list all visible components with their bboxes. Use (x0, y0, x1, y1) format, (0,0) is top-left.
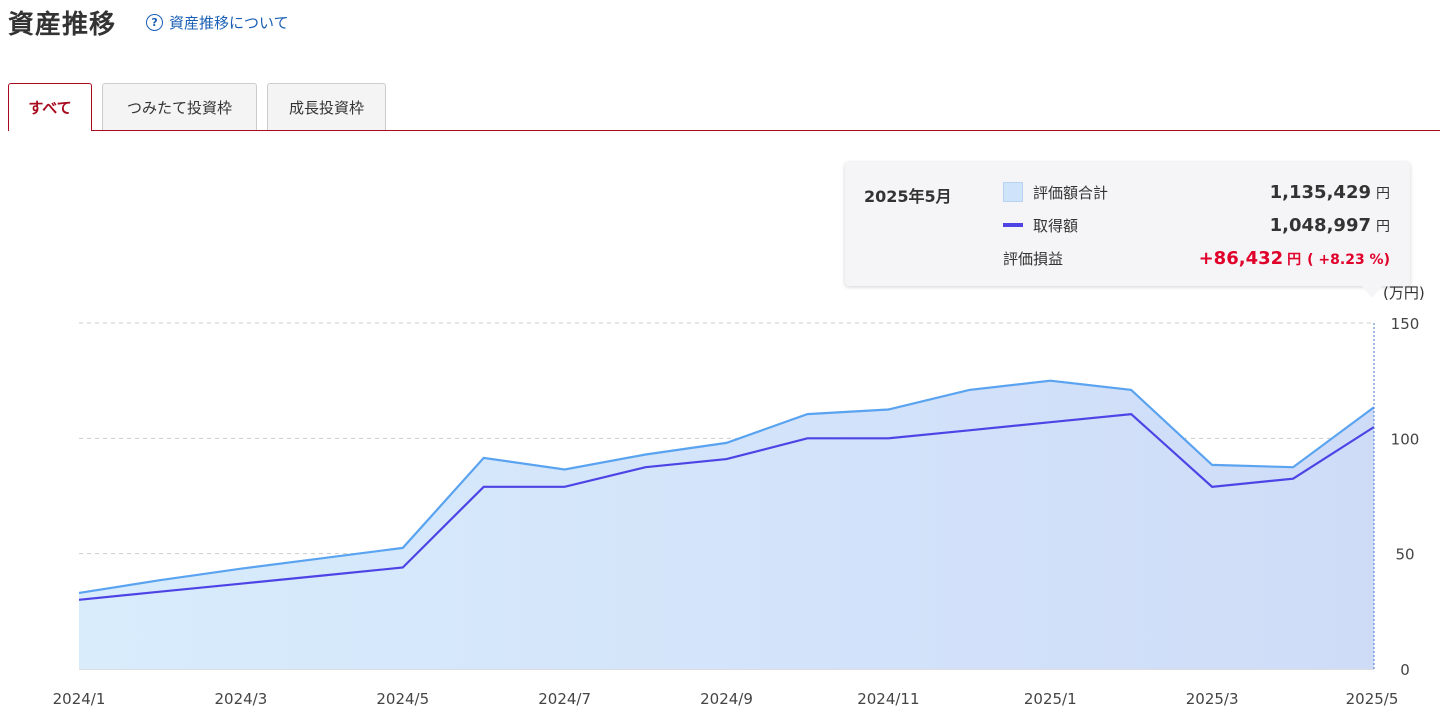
acquisition-point (563, 485, 567, 489)
valuation-point (320, 556, 324, 560)
x-tick-label: 2024/1 (53, 690, 106, 708)
x-tick-label: 2024/3 (214, 690, 267, 708)
gain-label: 評価損益 (1003, 249, 1064, 268)
y-axis-unit: (万円) (1383, 284, 1425, 302)
acquisition-point (401, 566, 405, 570)
acquisition-point (1048, 420, 1052, 424)
acquisition-label: 取得額 (1033, 216, 1079, 235)
acquisition-point (644, 465, 648, 469)
tooltip-date: 2025年5月 (864, 187, 952, 206)
acquisition-value: 1,048,997 (1269, 214, 1371, 236)
valuation-point (967, 388, 971, 392)
y-tick-label: 100 (1391, 430, 1420, 448)
y-tick-label: 0 (1400, 661, 1410, 679)
x-tick-label: 2025/3 (1186, 690, 1239, 708)
valuation-value: 1,135,429 (1269, 181, 1371, 203)
acquisition-unit: 円 (1376, 218, 1390, 235)
x-tick-label: 2025/5 (1346, 690, 1399, 708)
y-tick-label: 150 (1391, 315, 1420, 333)
acquisition-point (1291, 477, 1295, 481)
valuation-point (805, 412, 809, 416)
asset-chart: 0 50 100 150 2024/1 2024/3 2024/5 2024/7 2024/9 2… (53, 284, 1425, 708)
gain-unit: 円 (1287, 251, 1302, 268)
x-tick-label: 2024/9 (700, 690, 753, 708)
valuation-unit: 円 (1376, 185, 1390, 202)
tooltip-valuation-row: 評価額合計 1,135,429 円 (1003, 180, 1390, 204)
valuation-point (1210, 463, 1214, 467)
valuation-point (725, 441, 729, 445)
gain-percent: ( +8.23 %) (1307, 251, 1390, 268)
valuation-point (1372, 405, 1376, 409)
acquisition-point (1210, 485, 1214, 489)
valuation-area (79, 380, 1374, 669)
acquisition-point (805, 436, 809, 440)
acquisition-point (725, 457, 729, 461)
acquisition-point (239, 582, 243, 586)
valuation-point (1129, 388, 1133, 392)
valuation-label: 評価額合計 (1033, 183, 1109, 202)
tooltip-pointer (1362, 286, 1382, 298)
valuation-point (239, 567, 243, 571)
acquisition-point (1129, 412, 1133, 416)
valuation-point (563, 467, 567, 471)
acquisition-point (158, 590, 162, 594)
y-tick-label: 50 (1395, 546, 1414, 564)
acquisition-point (77, 598, 81, 602)
chart-tooltip: 2025年5月 評価額合計 1,135,429 円取得額 1,048,997 円評価損益… (845, 162, 1410, 286)
acquisition-point (1372, 425, 1376, 429)
valuation-point (1048, 379, 1052, 383)
valuation-swatch (1003, 182, 1023, 202)
valuation-point (644, 452, 648, 456)
acquisition-point (967, 428, 971, 432)
x-tick-label: 2024/7 (538, 690, 591, 708)
acquisition-point (482, 485, 486, 489)
valuation-point (158, 578, 162, 582)
valuation-point (482, 456, 486, 460)
acquisition-point (320, 574, 324, 578)
tooltip-gain-row: 評価損益 +86,432 円 ( +8.23 %) (1003, 246, 1390, 270)
gain-value: +86,432 (1198, 247, 1284, 269)
valuation-point (401, 546, 405, 550)
valuation-point (886, 408, 890, 412)
tooltip-acquisition-row: 取得額 1,048,997 円 (1003, 213, 1390, 237)
acquisition-point (886, 436, 890, 440)
valuation-point (1291, 465, 1295, 469)
valuation-point (77, 591, 81, 595)
x-tick-label: 2025/1 (1024, 690, 1077, 708)
x-tick-label: 2024/11 (857, 690, 919, 708)
acquisition-swatch (1003, 223, 1023, 227)
x-tick-label: 2024/5 (376, 690, 429, 708)
